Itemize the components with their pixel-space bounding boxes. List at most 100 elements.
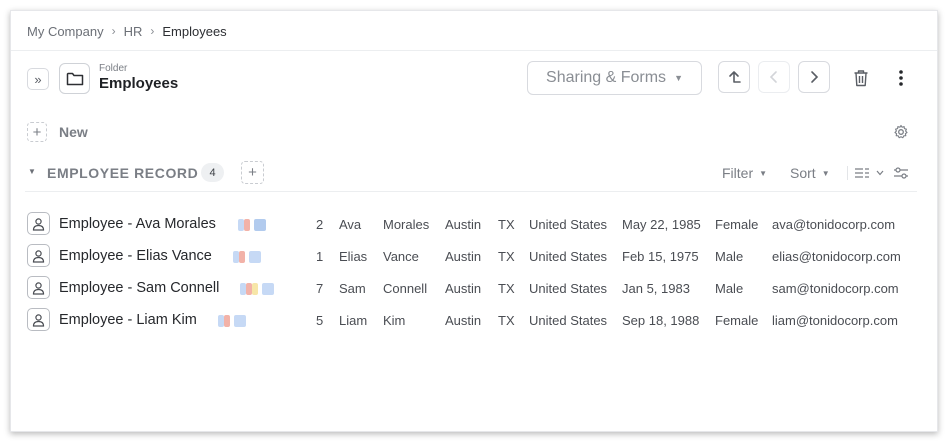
tag-chip: [244, 219, 250, 231]
cell-last-name: Kim: [383, 313, 406, 328]
cell-state: TX: [498, 281, 515, 296]
sort-label: Sort: [790, 165, 816, 181]
gear-icon: [894, 124, 908, 139]
tag-chips: [218, 315, 246, 327]
cell-email: elias@tonidocorp.com: [772, 249, 901, 264]
record-name[interactable]: Employee - Sam Connell: [59, 280, 219, 296]
cell-first-name: Liam: [339, 313, 368, 328]
cell-first-name: Elias: [339, 249, 368, 264]
sharing-forms-label: Sharing & Forms: [546, 69, 667, 86]
cell-birth-date: Jan 5, 1983: [622, 281, 690, 296]
cell-last-name: Morales: [383, 217, 430, 232]
next-button[interactable]: [798, 61, 830, 93]
sort-dropdown[interactable]: Sort ▼: [790, 165, 830, 181]
cell-last-name: Vance: [383, 249, 419, 264]
cell-email: sam@tonidocorp.com: [772, 281, 899, 296]
table-row[interactable]: Employee - Ava Morales 2 Ava Morales Aus…: [11, 208, 939, 240]
record-name[interactable]: Employee - Liam Kim: [59, 312, 197, 328]
cell-country: United States: [529, 217, 608, 232]
cell-first-name: Ava: [339, 217, 362, 232]
tag-chips: [233, 251, 261, 263]
cell-gender: Male: [715, 281, 744, 296]
cell-number: 5: [316, 313, 324, 328]
person-icon: [27, 276, 50, 299]
tag-chip: [262, 283, 274, 295]
cell-gender: Female: [715, 217, 759, 232]
trash-icon: [854, 70, 868, 87]
view-mode-dropdown[interactable]: [847, 166, 884, 180]
parent-folder-button[interactable]: [718, 61, 750, 93]
record-name[interactable]: Employee - Ava Morales: [59, 216, 216, 232]
person-icon: [27, 244, 50, 267]
folder-panel: My Company › HR › Employees » Folder Emp…: [10, 10, 938, 432]
cell-number: 1: [316, 249, 324, 264]
cell-country: United States: [529, 313, 608, 328]
breadcrumb: My Company › HR › Employees: [27, 23, 227, 39]
settings-button[interactable]: [892, 123, 910, 141]
delete-button[interactable]: [851, 68, 871, 88]
breadcrumb-current: Employees: [162, 23, 227, 39]
folder-icon: [66, 72, 83, 85]
cell-gender: Female: [715, 313, 759, 328]
header-divider: [11, 50, 937, 51]
filter-label: Filter: [722, 165, 754, 181]
tag-chip: [254, 219, 266, 231]
person-icon: [27, 308, 50, 331]
list-view-icon: [855, 168, 869, 178]
tag-chips: [238, 219, 266, 231]
cell-number: 7: [316, 281, 324, 296]
caret-down-icon: ▼: [674, 73, 683, 83]
cell-country: United States: [529, 249, 608, 264]
sliders-icon: [894, 167, 908, 179]
caret-down-icon: ▼: [821, 168, 830, 178]
tag-chips: [240, 283, 274, 295]
more-options-button[interactable]: [891, 68, 911, 88]
table-row[interactable]: Employee - Elias Vance 1 Elias Vance Aus…: [11, 240, 939, 272]
cell-email: liam@tonidocorp.com: [772, 313, 898, 328]
cell-number: 2: [316, 217, 324, 232]
tag-chip: [234, 315, 246, 327]
record-name[interactable]: Employee - Elias Vance: [59, 248, 212, 264]
cell-city: Austin: [445, 249, 482, 264]
cell-city: Austin: [445, 281, 482, 296]
adjust-columns-button[interactable]: [892, 164, 910, 182]
caret-down-icon: ▼: [759, 168, 768, 178]
cell-city: Austin: [445, 313, 482, 328]
cell-city: Austin: [445, 217, 482, 232]
folder-icon-button[interactable]: [59, 63, 90, 94]
table-row[interactable]: Employee - Sam Connell 7 Sam Connell Aus…: [11, 272, 939, 304]
table-row[interactable]: Employee - Liam Kim 5 Liam Kim Austin TX…: [11, 304, 939, 336]
tag-chip: [224, 315, 230, 327]
section-title[interactable]: EMPLOYEE RECORD: [47, 165, 198, 181]
chevron-left-icon: [769, 71, 777, 83]
collapse-section-caret-icon[interactable]: ▼: [28, 167, 36, 176]
cell-gender: Male: [715, 249, 744, 264]
double-chevron-right-icon: »: [34, 71, 42, 87]
arrow-up-corner-icon: [729, 71, 741, 83]
filter-dropdown[interactable]: Filter ▼: [722, 165, 767, 181]
chevron-right-icon: ›: [150, 24, 155, 38]
plus-icon: +: [32, 123, 42, 141]
page-title: Employees: [99, 75, 179, 92]
chevron-down-icon: [876, 170, 884, 176]
new-item-button[interactable]: +: [27, 122, 47, 142]
sharing-forms-dropdown[interactable]: Sharing & Forms ▼: [527, 61, 702, 95]
chevron-right-icon: ›: [111, 24, 116, 38]
more-vertical-icon: [899, 70, 903, 86]
folder-caption: Folder: [99, 63, 128, 74]
cell-birth-date: Feb 15, 1975: [622, 249, 699, 264]
cell-birth-date: May 22, 1985: [622, 217, 701, 232]
cell-state: TX: [498, 249, 515, 264]
breadcrumb-item-company[interactable]: My Company: [27, 24, 104, 39]
tag-chip: [239, 251, 245, 263]
previous-button[interactable]: [758, 61, 790, 93]
add-record-button[interactable]: +: [241, 161, 264, 184]
chevron-right-icon: [811, 71, 819, 83]
cell-birth-date: Sep 18, 1988: [622, 313, 700, 328]
cell-first-name: Sam: [339, 281, 366, 296]
cell-state: TX: [498, 217, 515, 232]
expand-sidebar-button[interactable]: »: [27, 68, 49, 90]
breadcrumb-item-hr[interactable]: HR: [124, 24, 143, 39]
new-label[interactable]: New: [59, 124, 88, 140]
person-icon: [27, 212, 50, 235]
